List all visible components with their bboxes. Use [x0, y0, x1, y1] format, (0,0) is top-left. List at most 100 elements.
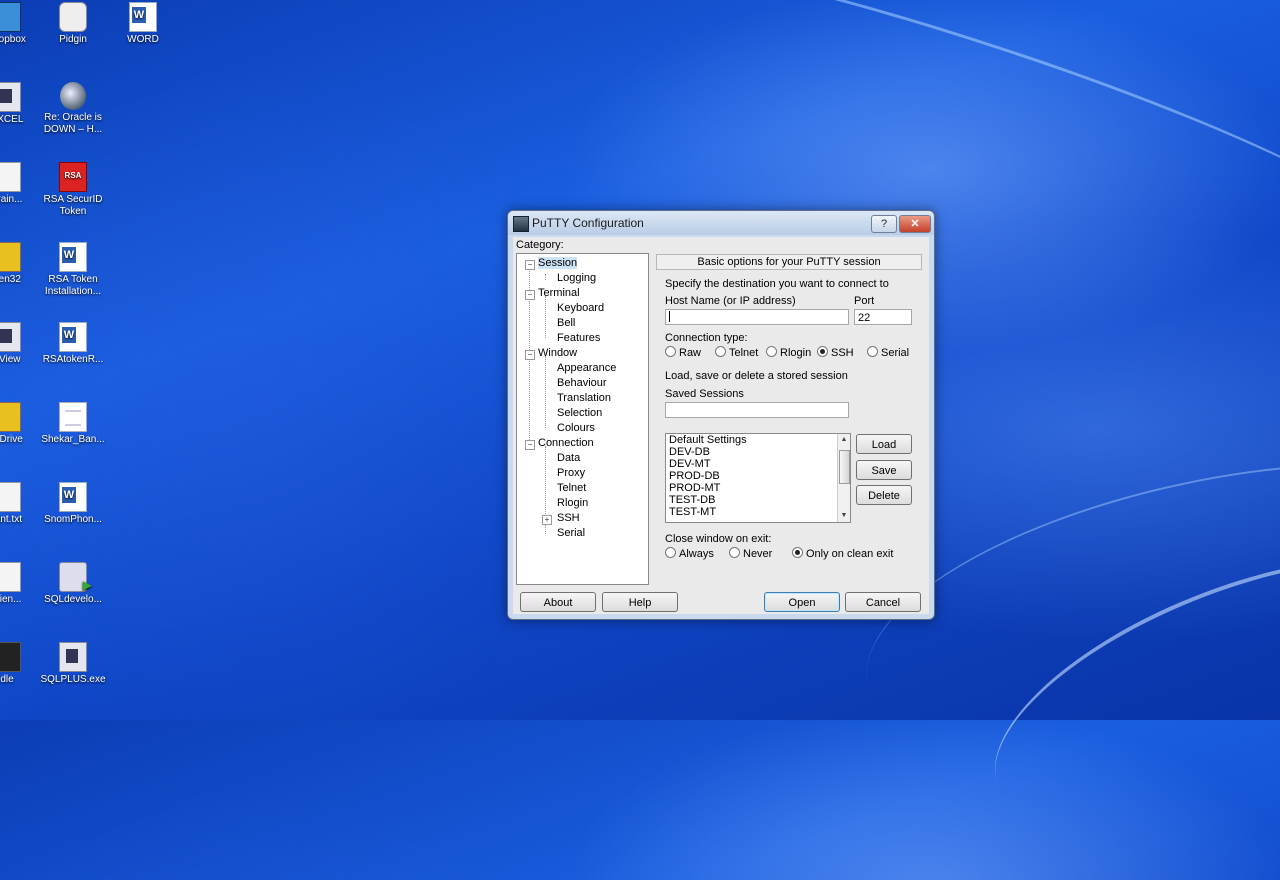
- load-button[interactable]: Load: [856, 434, 912, 454]
- file-icon: [0, 562, 21, 592]
- radio-raw[interactable]: Raw: [665, 346, 701, 359]
- sessions-scrollbar[interactable]: ▲ ▼: [837, 434, 850, 522]
- list-item[interactable]: DEV-MT: [666, 458, 850, 470]
- file-icon: [0, 162, 21, 192]
- desktop-icon-label: clien...: [0, 594, 22, 605]
- desktop-icon-pidgin[interactable]: Pidgin: [36, 2, 110, 46]
- delete-button[interactable]: Delete: [856, 485, 912, 505]
- collapse-icon[interactable]: −: [525, 350, 535, 360]
- radio-always[interactable]: Always: [665, 547, 714, 560]
- radio-label: Serial: [881, 347, 910, 359]
- radio-indicator: [867, 346, 878, 357]
- connection-type-label: Connection type:: [665, 332, 748, 344]
- desktop-icon-label: nView: [0, 354, 21, 365]
- radio-never[interactable]: Never: [729, 547, 772, 560]
- help-button-titlebar[interactable]: ?: [871, 215, 897, 233]
- tree-item-behaviour[interactable]: Behaviour: [557, 377, 607, 389]
- list-item[interactable]: TEST-DB: [666, 494, 850, 506]
- radio-indicator-selected: [817, 346, 828, 357]
- tree-item-appearance[interactable]: Appearance: [557, 362, 616, 374]
- desktop-icon-word[interactable]: WORD: [106, 2, 180, 46]
- radio-serial[interactable]: Serial: [867, 346, 909, 359]
- scroll-up-icon[interactable]: ▲: [838, 434, 850, 446]
- category-tree[interactable]: − Session Logging − Terminal Keyboard Be…: [516, 253, 649, 585]
- saved-sessions-input[interactable]: [665, 402, 849, 418]
- host-name-input[interactable]: [665, 309, 849, 325]
- tree-item-serial[interactable]: Serial: [557, 527, 585, 539]
- radio-rlogin[interactable]: Rlogin: [766, 346, 811, 359]
- tree-item-connection[interactable]: Connection: [538, 437, 594, 449]
- tree-item-colours[interactable]: Colours: [557, 422, 595, 434]
- close-button[interactable]: ✕: [899, 215, 931, 233]
- desktop-icon-label: tant.txt: [0, 514, 22, 525]
- email-icon: [60, 82, 86, 110]
- putty-icon: [513, 216, 529, 232]
- close-window-label: Close window on exit:: [665, 533, 772, 545]
- radio-label: Rlogin: [780, 347, 812, 359]
- desktop-icon-rsatokenr[interactable]: RSAtokenR...: [36, 322, 110, 366]
- tree-item-terminal[interactable]: Terminal: [538, 287, 580, 299]
- desktop-icon-sqlplus[interactable]: SQLPLUS.exe: [36, 642, 110, 686]
- list-item[interactable]: DEV-DB: [666, 446, 850, 458]
- open-button[interactable]: Open: [764, 592, 840, 612]
- tree-item-data[interactable]: Data: [557, 452, 580, 464]
- radio-label: Only on clean exit: [806, 548, 894, 560]
- cancel-button[interactable]: Cancel: [845, 592, 921, 612]
- desktop-icon-label: RSA Token Installation...: [44, 274, 102, 297]
- desktop-icon-oracle-email[interactable]: Re: Oracle is DOWN – H...: [36, 82, 110, 136]
- collapse-icon[interactable]: −: [525, 290, 535, 300]
- tree-item-telnet[interactable]: Telnet: [557, 482, 586, 494]
- drive-icon: [0, 402, 21, 432]
- destination-label: Specify the destination you want to conn…: [665, 278, 889, 290]
- window-titlebar[interactable]: PuTTY Configuration ? ✕: [508, 211, 934, 235]
- desktop-icon-rsa-securid[interactable]: RSA SecurID Token: [36, 162, 110, 218]
- desktop-icon-shekar[interactable]: Shekar_Ban...: [36, 402, 110, 446]
- tree-item-features[interactable]: Features: [557, 332, 600, 344]
- port-input[interactable]: 22: [854, 309, 912, 325]
- radio-ssh[interactable]: SSH: [817, 346, 854, 359]
- desktop-icon-label: SQLdevelo...: [44, 594, 102, 605]
- word-icon: [59, 482, 87, 512]
- radio-telnet[interactable]: Telnet: [715, 346, 758, 359]
- collapse-icon[interactable]: −: [525, 260, 535, 270]
- tree-item-translation[interactable]: Translation: [557, 392, 611, 404]
- rsa-icon: [59, 162, 87, 192]
- tree-item-selection[interactable]: Selection: [557, 407, 602, 419]
- sessions-list[interactable]: Default Settings DEV-DB DEV-MT PROD-DB P…: [665, 433, 851, 523]
- list-item[interactable]: PROD-DB: [666, 470, 850, 482]
- radio-indicator: [715, 346, 726, 357]
- list-item[interactable]: PROD-MT: [666, 482, 850, 494]
- expand-icon[interactable]: +: [542, 515, 552, 525]
- radio-only-clean-exit[interactable]: Only on clean exit: [792, 547, 893, 560]
- help-button[interactable]: Help: [602, 592, 678, 612]
- desktop-icon-sqldeveloper[interactable]: SQLdevelo...: [36, 562, 110, 606]
- tree-item-ssh[interactable]: SSH: [557, 512, 580, 524]
- dropbox-icon: [0, 2, 21, 32]
- category-label: Category:: [516, 239, 564, 251]
- window-title: PuTTY Configuration: [532, 216, 644, 230]
- save-button[interactable]: Save: [856, 460, 912, 480]
- tree-item-proxy[interactable]: Proxy: [557, 467, 585, 479]
- desktop-icon-label: den32: [0, 274, 21, 285]
- about-button[interactable]: About: [520, 592, 596, 612]
- list-item[interactable]: TEST-MT: [666, 506, 850, 518]
- radio-indicator-selected: [792, 547, 803, 558]
- tree-item-rlogin[interactable]: Rlogin: [557, 497, 588, 509]
- collapse-icon[interactable]: −: [525, 440, 535, 450]
- tree-item-bell[interactable]: Bell: [557, 317, 575, 329]
- desktop-icon-snomphone[interactable]: SnomPhon...: [36, 482, 110, 526]
- port-label: Port: [854, 295, 875, 307]
- excel-icon: [0, 82, 21, 112]
- scroll-thumb[interactable]: [839, 450, 850, 484]
- tree-item-keyboard[interactable]: Keyboard: [557, 302, 604, 314]
- tree-item-logging[interactable]: Logging: [557, 272, 596, 284]
- scroll-down-icon[interactable]: ▼: [838, 510, 850, 522]
- list-item[interactable]: Default Settings: [666, 434, 850, 446]
- panel-title: Basic options for your PuTTY session: [656, 254, 922, 270]
- tree-item-session[interactable]: Session: [538, 257, 578, 269]
- desktop-icon-label: Shekar_Ban...: [41, 434, 105, 445]
- desktop-icon-label: SnomPhon...: [44, 514, 102, 525]
- text-cursor: [669, 311, 670, 322]
- tree-item-window[interactable]: Window: [538, 347, 577, 359]
- desktop-icon-rsa-installation[interactable]: RSA Token Installation...: [36, 242, 110, 298]
